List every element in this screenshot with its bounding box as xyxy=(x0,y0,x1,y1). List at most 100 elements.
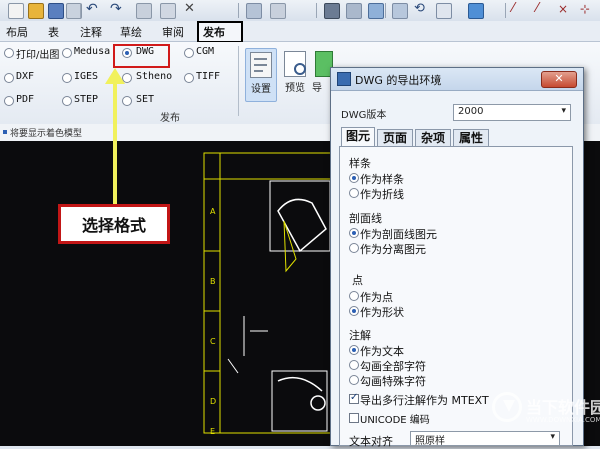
format-label-dxf: DXF xyxy=(16,71,35,82)
label-hatch-as-separate: 作为分离图元 xyxy=(360,243,426,256)
tab-review[interactable]: 审阅 xyxy=(162,24,184,40)
watermark-logo-icon xyxy=(492,392,522,422)
datum-plane-icon[interactable]: ⁄ xyxy=(512,2,526,17)
datum-point-icon[interactable]: × xyxy=(558,3,572,17)
radio-notes-as-text[interactable] xyxy=(349,345,359,355)
section-hatch: 剖面线 xyxy=(349,212,382,225)
section-point: 点 xyxy=(352,274,363,287)
format-radio-tiff[interactable] xyxy=(184,73,194,83)
zoom-fit-icon[interactable] xyxy=(392,3,408,19)
display-style-icon[interactable] xyxy=(468,3,484,19)
label-spline-as-spline: 作为样条 xyxy=(360,173,404,186)
format-radio-pdf[interactable] xyxy=(4,96,14,106)
part-hole xyxy=(310,395,326,411)
save-icon[interactable] xyxy=(48,3,64,19)
ribbon-group-label: 发布 xyxy=(160,113,180,124)
open-folder-icon[interactable] xyxy=(28,3,44,19)
grid-icon[interactable] xyxy=(368,3,384,19)
radio-hatch-as-hatch[interactable] xyxy=(349,228,359,238)
annotation-arrow-head xyxy=(105,68,125,84)
tab-attributes[interactable]: 属性 xyxy=(453,129,489,147)
format-label-set: SET xyxy=(136,94,155,105)
format-radio-cgm[interactable] xyxy=(184,48,194,58)
undo-icon[interactable]: ↶ xyxy=(86,2,100,17)
tab-table[interactable]: 表 xyxy=(48,24,59,40)
dialog-title-bar[interactable]: DWG 的导出环境 ✕ xyxy=(331,68,583,91)
tab-layout[interactable]: 布局 xyxy=(6,24,28,40)
paste-icon[interactable] xyxy=(160,3,176,19)
ribbon-tab-bar: 布局 表 注释 草绘 审阅 发布 xyxy=(0,21,600,43)
format-label-medusa: Medusa xyxy=(74,46,111,57)
format-radio-print[interactable] xyxy=(4,48,14,58)
close-button[interactable]: ✕ xyxy=(541,71,577,88)
checkbox-unicode[interactable] xyxy=(349,413,359,423)
radio-hatch-as-separate[interactable] xyxy=(349,243,359,253)
format-radio-dxf[interactable] xyxy=(4,73,14,83)
zone-label-e: E xyxy=(210,427,216,436)
radio-point-as-point[interactable] xyxy=(349,291,359,301)
radio-stroke-special-chars[interactable] xyxy=(349,375,359,385)
chevron-down-icon: ▾ xyxy=(561,106,566,116)
table-icon[interactable] xyxy=(346,3,362,19)
refresh-icon[interactable]: ⟲ xyxy=(414,2,428,17)
export-button[interactable]: 导 xyxy=(312,48,333,100)
zone-label-a: A xyxy=(210,207,216,216)
settings-button[interactable]: 设置 xyxy=(245,48,277,102)
label-export-mtext: 导出多行注解作为 MTEXT xyxy=(360,394,489,407)
delete-icon[interactable]: ✕ xyxy=(184,2,198,17)
tab-publish[interactable]: 发布 xyxy=(203,24,225,40)
datum-axis-icon[interactable]: ⁄ xyxy=(536,2,550,17)
radio-point-as-shape[interactable] xyxy=(349,306,359,316)
tab-misc[interactable]: 杂项 xyxy=(415,129,451,147)
dialog-title: DWG 的导出环境 xyxy=(355,74,442,87)
checkbox-export-mtext[interactable] xyxy=(349,392,359,404)
zone-label-b: B xyxy=(210,277,216,286)
part-curve xyxy=(277,376,323,392)
dwg-version-select[interactable]: 2000 ▾ xyxy=(453,104,571,121)
toolbar-separator xyxy=(316,3,317,18)
dwg-version-value: 2000 xyxy=(458,106,484,117)
radio-spline-as-spline[interactable] xyxy=(349,173,359,183)
format-label-print: 打印/出图 xyxy=(16,50,60,61)
binoculars-icon[interactable] xyxy=(324,3,340,19)
label-notes-as-text: 作为文本 xyxy=(360,345,404,358)
format-radio-set[interactable] xyxy=(122,96,132,106)
format-radio-dwg[interactable] xyxy=(122,48,132,58)
zoom-icon[interactable] xyxy=(436,3,452,19)
export-label: 导 xyxy=(312,83,322,94)
coordinate-system-icon[interactable]: ⊹ xyxy=(580,3,594,17)
format-radio-step[interactable] xyxy=(62,96,72,106)
callout-text: 选择格式 xyxy=(81,216,146,235)
zone-label-d: D xyxy=(210,397,217,406)
format-radio-iges[interactable] xyxy=(62,73,72,83)
tab-page[interactable]: 页面 xyxy=(377,129,413,147)
layers-icon[interactable] xyxy=(246,3,262,19)
radio-stroke-all-chars[interactable] xyxy=(349,360,359,370)
copy-icon[interactable] xyxy=(136,3,152,19)
text-align-value: 照原样 xyxy=(415,436,445,447)
tab-annotate[interactable]: 注释 xyxy=(80,24,102,40)
format-label-pdf: PDF xyxy=(16,94,35,105)
watermark-url: WWW.DOWNXIA.COM xyxy=(526,416,600,424)
settings-icon xyxy=(250,52,272,78)
radio-spline-as-polyline[interactable] xyxy=(349,188,359,198)
format-label-stheno: Stheno xyxy=(136,71,173,82)
status-text: 将要显示着色模型 xyxy=(10,129,83,139)
format-label-dwg: DWG xyxy=(136,46,155,57)
doc-icon[interactable] xyxy=(270,3,286,19)
format-radio-medusa[interactable] xyxy=(62,48,72,58)
annotation-callout: 选择格式 xyxy=(58,204,170,244)
format-label-cgm: CGM xyxy=(196,46,215,57)
tab-entities[interactable]: 图元 xyxy=(341,127,375,147)
label-stroke-special-chars: 勾画特殊字符 xyxy=(360,375,426,388)
dialog-app-icon xyxy=(337,72,351,86)
tab-sketch[interactable]: 草绘 xyxy=(120,24,142,40)
section-notes: 注解 xyxy=(349,329,371,342)
toolbar-separator xyxy=(80,3,81,18)
preview-button[interactable]: 预览 xyxy=(280,48,310,100)
format-label-step: STEP xyxy=(74,94,99,105)
redo-icon[interactable]: ↷ xyxy=(110,2,124,17)
label-spline-as-polyline: 作为折线 xyxy=(360,188,404,201)
annotation-arrow xyxy=(113,82,117,208)
new-file-icon[interactable] xyxy=(8,3,24,19)
